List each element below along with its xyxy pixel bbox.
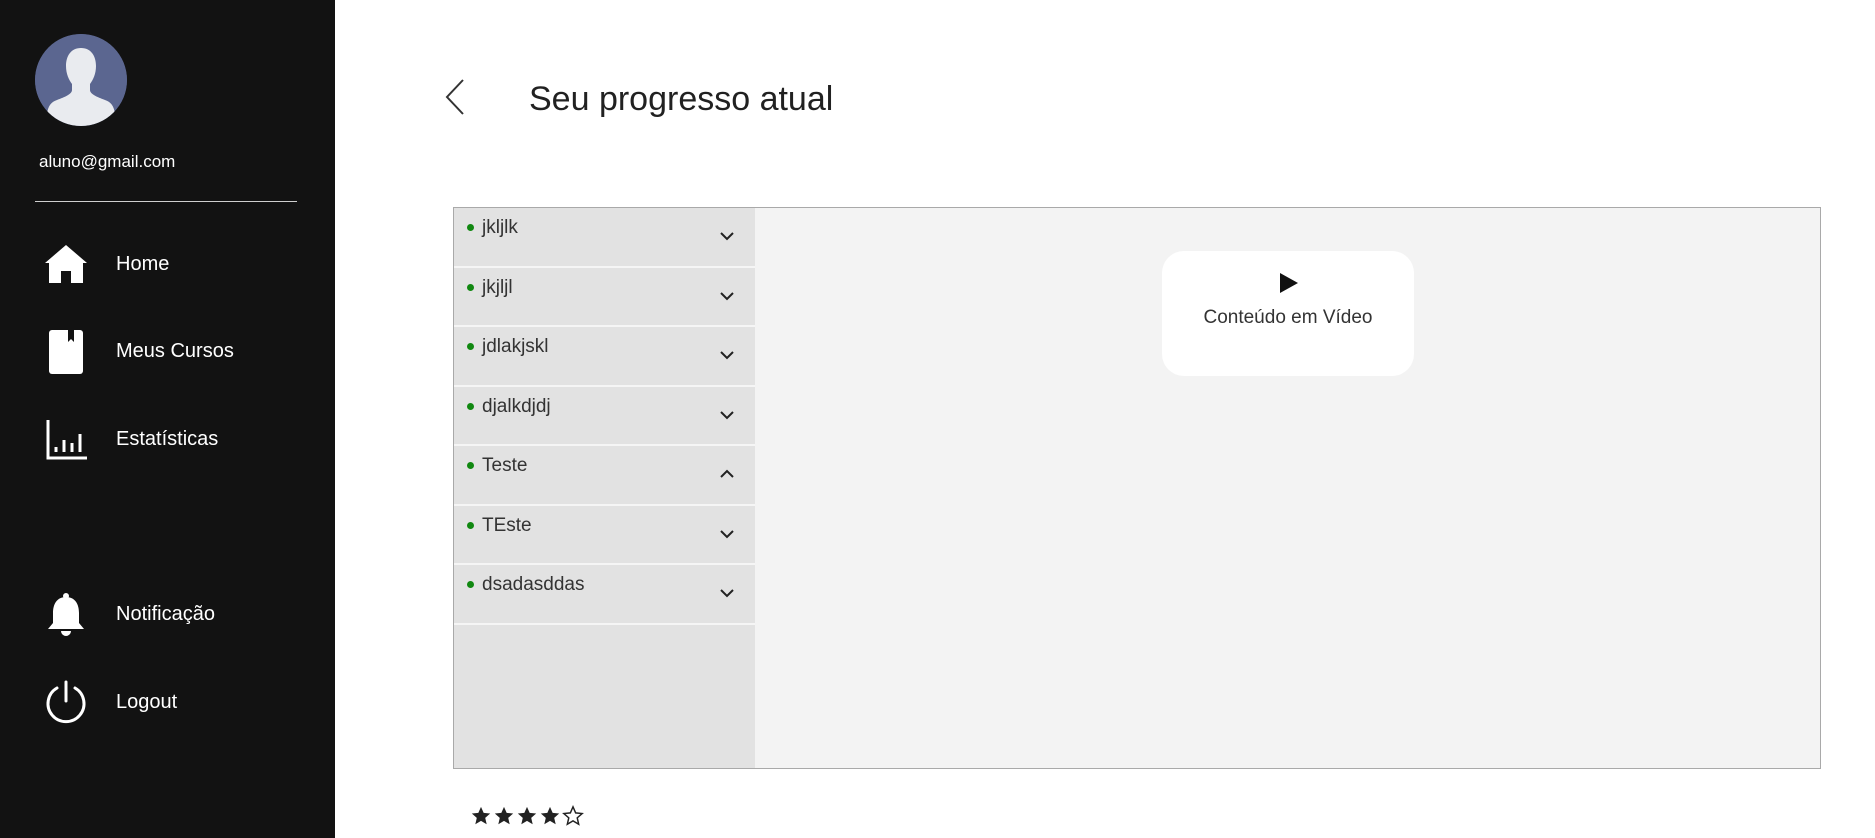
status-dot-icon xyxy=(467,521,474,529)
module-name: jkjljl xyxy=(482,276,513,298)
module-name: jkljlk xyxy=(482,217,518,238)
back-button[interactable] xyxy=(440,76,470,118)
star-filled-icon[interactable] xyxy=(516,805,538,827)
video-content-card[interactable]: Conteúdo em Vídeo xyxy=(1162,251,1414,376)
sidebar-item-estatisticas[interactable]: Estatísticas xyxy=(0,409,335,469)
module-item[interactable]: dsadasddas xyxy=(454,565,755,625)
module-list: jkljlk jkjljl jdlakjskl djalkdjdj Teste … xyxy=(454,208,755,768)
status-dot-icon xyxy=(467,462,474,469)
sidebar-item-meus-cursos[interactable]: Meus Cursos xyxy=(0,321,335,381)
module-item[interactable]: Teste xyxy=(454,446,755,506)
bar-chart-icon xyxy=(42,415,90,463)
star-filled-icon[interactable] xyxy=(470,805,492,827)
sidebar: aluno@gmail.com Home Meus Cursos Estatís… xyxy=(0,0,335,838)
module-name: jdlakjskl xyxy=(482,336,549,357)
module-name: Teste xyxy=(482,455,528,476)
module-name: dsadasddas xyxy=(482,574,585,595)
module-item[interactable]: jdlakjskl xyxy=(454,327,755,387)
sidebar-item-logout[interactable]: Logout xyxy=(0,672,335,732)
sidebar-divider xyxy=(35,201,297,202)
module-item[interactable]: jkljlk xyxy=(454,208,755,268)
power-icon xyxy=(42,678,90,726)
sidebar-item-home[interactable]: Home xyxy=(0,234,335,294)
sidebar-item-label: Notificação xyxy=(116,602,215,625)
chevron-left-icon xyxy=(445,79,464,115)
bell-icon xyxy=(42,590,90,638)
chevron-up-icon[interactable] xyxy=(719,466,735,482)
module-item[interactable]: djalkdjdj xyxy=(454,387,755,446)
avatar[interactable] xyxy=(35,34,127,126)
star-rating xyxy=(470,805,584,827)
module-item[interactable]: TEste xyxy=(454,506,755,565)
status-dot-icon xyxy=(467,343,474,350)
chevron-down-icon[interactable] xyxy=(719,228,735,244)
page-title: Seu progresso atual xyxy=(529,80,834,118)
star-empty-icon[interactable] xyxy=(562,805,584,827)
sidebar-item-label: Meus Cursos xyxy=(116,339,234,362)
video-content-label: Conteúdo em Vídeo xyxy=(1203,307,1373,328)
chevron-down-icon[interactable] xyxy=(719,585,735,601)
chevron-down-icon[interactable] xyxy=(719,407,735,423)
course-panel: jkljlk jkjljl jdlakjskl djalkdjdj Teste … xyxy=(453,207,1821,769)
sidebar-item-label: Estatísticas xyxy=(116,427,219,450)
module-item[interactable]: jkjljl xyxy=(454,268,755,327)
sidebar-item-label: Logout xyxy=(116,690,178,713)
sidebar-item-label: Home xyxy=(116,252,170,275)
home-icon xyxy=(42,240,90,288)
status-dot-icon xyxy=(467,402,474,410)
status-dot-icon xyxy=(467,224,474,231)
user-silhouette-icon xyxy=(35,34,127,126)
book-icon xyxy=(42,327,90,375)
status-dot-icon xyxy=(467,283,474,291)
sidebar-item-notificacao[interactable]: Notificação xyxy=(0,584,335,644)
star-filled-icon[interactable] xyxy=(493,805,515,827)
play-icon xyxy=(1280,273,1298,293)
user-email: aluno@gmail.com xyxy=(39,152,176,171)
chevron-down-icon[interactable] xyxy=(719,526,735,542)
module-name: djalkdjdj xyxy=(482,395,551,417)
module-name: TEste xyxy=(482,514,532,536)
star-filled-icon[interactable] xyxy=(539,805,561,827)
status-dot-icon xyxy=(467,581,474,588)
chevron-down-icon[interactable] xyxy=(719,288,735,304)
chevron-down-icon[interactable] xyxy=(719,347,735,363)
